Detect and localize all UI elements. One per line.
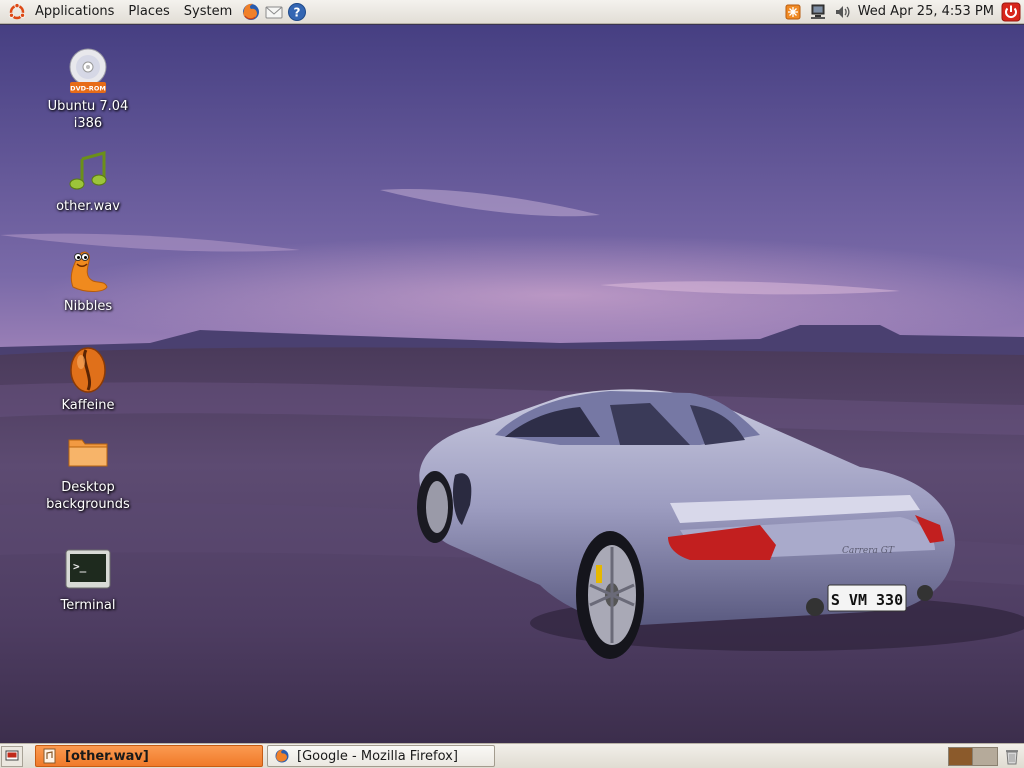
desktop-icon-label: Terminal [60, 598, 116, 613]
terminal-icon: >_ [64, 546, 112, 594]
firefox-icon [274, 748, 290, 764]
desktop-icon-other-wav[interactable]: other.wav [33, 147, 143, 215]
taskbar-item-label: [other.wav] [65, 748, 149, 764]
show-desktop-icon [5, 750, 19, 761]
taskbar-item-label: [Google - Mozilla Firefox] [297, 748, 458, 764]
volume-icon[interactable] [832, 1, 854, 23]
dvd-icon: DVD-ROM [64, 47, 112, 95]
ubuntu-logo-icon[interactable] [6, 1, 28, 23]
kaffeine-icon [64, 346, 112, 394]
license-plate-text: S VM 330 [831, 591, 903, 609]
svg-text:>_: >_ [73, 560, 87, 573]
system-menu[interactable]: System [177, 0, 239, 24]
firefox-icon[interactable] [240, 1, 262, 23]
desktop-icon-label: other.wav [56, 199, 120, 214]
desktop-icon-label: Kaffeine [61, 398, 115, 413]
taskbar-item-other-wav[interactable]: [other.wav] [35, 745, 263, 767]
nibbles-icon [64, 247, 112, 295]
bottom-panel: [other.wav] [Google - Mozilla Firefox] [0, 743, 1024, 768]
clock[interactable]: Wed Apr 25, 4:53 PM [854, 0, 1000, 24]
mail-icon[interactable] [263, 1, 285, 23]
svg-text:?: ? [294, 5, 301, 19]
car-badge-text: Carrera GT [842, 546, 895, 556]
desktop-icon-terminal[interactable]: >_ Terminal [33, 546, 143, 614]
top-panel: Applications Places System ? Wed Apr 25,… [0, 0, 1024, 24]
desktop-icon-label: Nibbles [63, 299, 113, 314]
taskbar-item-firefox[interactable]: [Google - Mozilla Firefox] [267, 745, 495, 767]
folder-icon [64, 428, 112, 476]
power-icon[interactable] [1000, 1, 1022, 23]
workspace-1[interactable] [948, 746, 973, 766]
desktop[interactable]: S VM 330 Carrera GT DVD-ROM Ubuntu 7.04 … [0, 25, 1024, 743]
dvd-badge-text: DVD-ROM [70, 85, 106, 93]
workspace-2[interactable] [973, 746, 998, 766]
applications-menu[interactable]: Applications [28, 0, 121, 24]
desktop-icon-label: Ubuntu 7.04 i386 [47, 99, 129, 131]
trash-icon[interactable] [1002, 745, 1022, 767]
desktop-icon-label: Desktop backgrounds [46, 480, 130, 512]
wallpaper-image: S VM 330 Carrera GT [0, 25, 1024, 743]
desktop-icon-nibbles[interactable]: Nibbles [33, 247, 143, 315]
desktop-icon-dvd[interactable]: DVD-ROM Ubuntu 7.04 i386 [33, 47, 143, 132]
music-note-icon [64, 147, 112, 195]
update-notifier-icon[interactable] [782, 1, 804, 23]
places-menu[interactable]: Places [121, 0, 176, 24]
show-desktop-button[interactable] [1, 745, 23, 767]
audio-file-icon [42, 748, 58, 764]
network-icon[interactable] [807, 1, 829, 23]
desktop-icon-backgrounds[interactable]: Desktop backgrounds [33, 428, 143, 513]
desktop-icon-kaffeine[interactable]: Kaffeine [33, 346, 143, 414]
help-icon[interactable]: ? [286, 1, 308, 23]
